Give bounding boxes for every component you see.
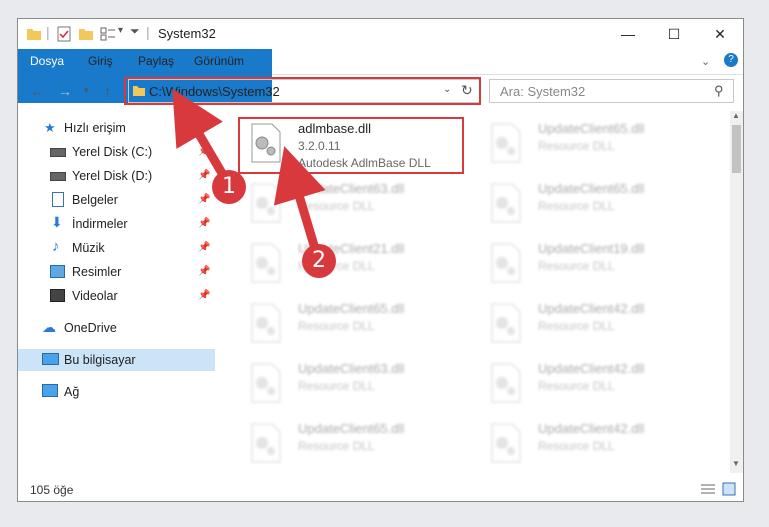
annotation-arrows xyxy=(172,88,326,254)
step-badge-1: 1 xyxy=(212,170,246,204)
arrow-2 xyxy=(273,146,326,254)
step-badge-2: 2 xyxy=(302,244,336,278)
arrow-1 xyxy=(172,88,230,183)
